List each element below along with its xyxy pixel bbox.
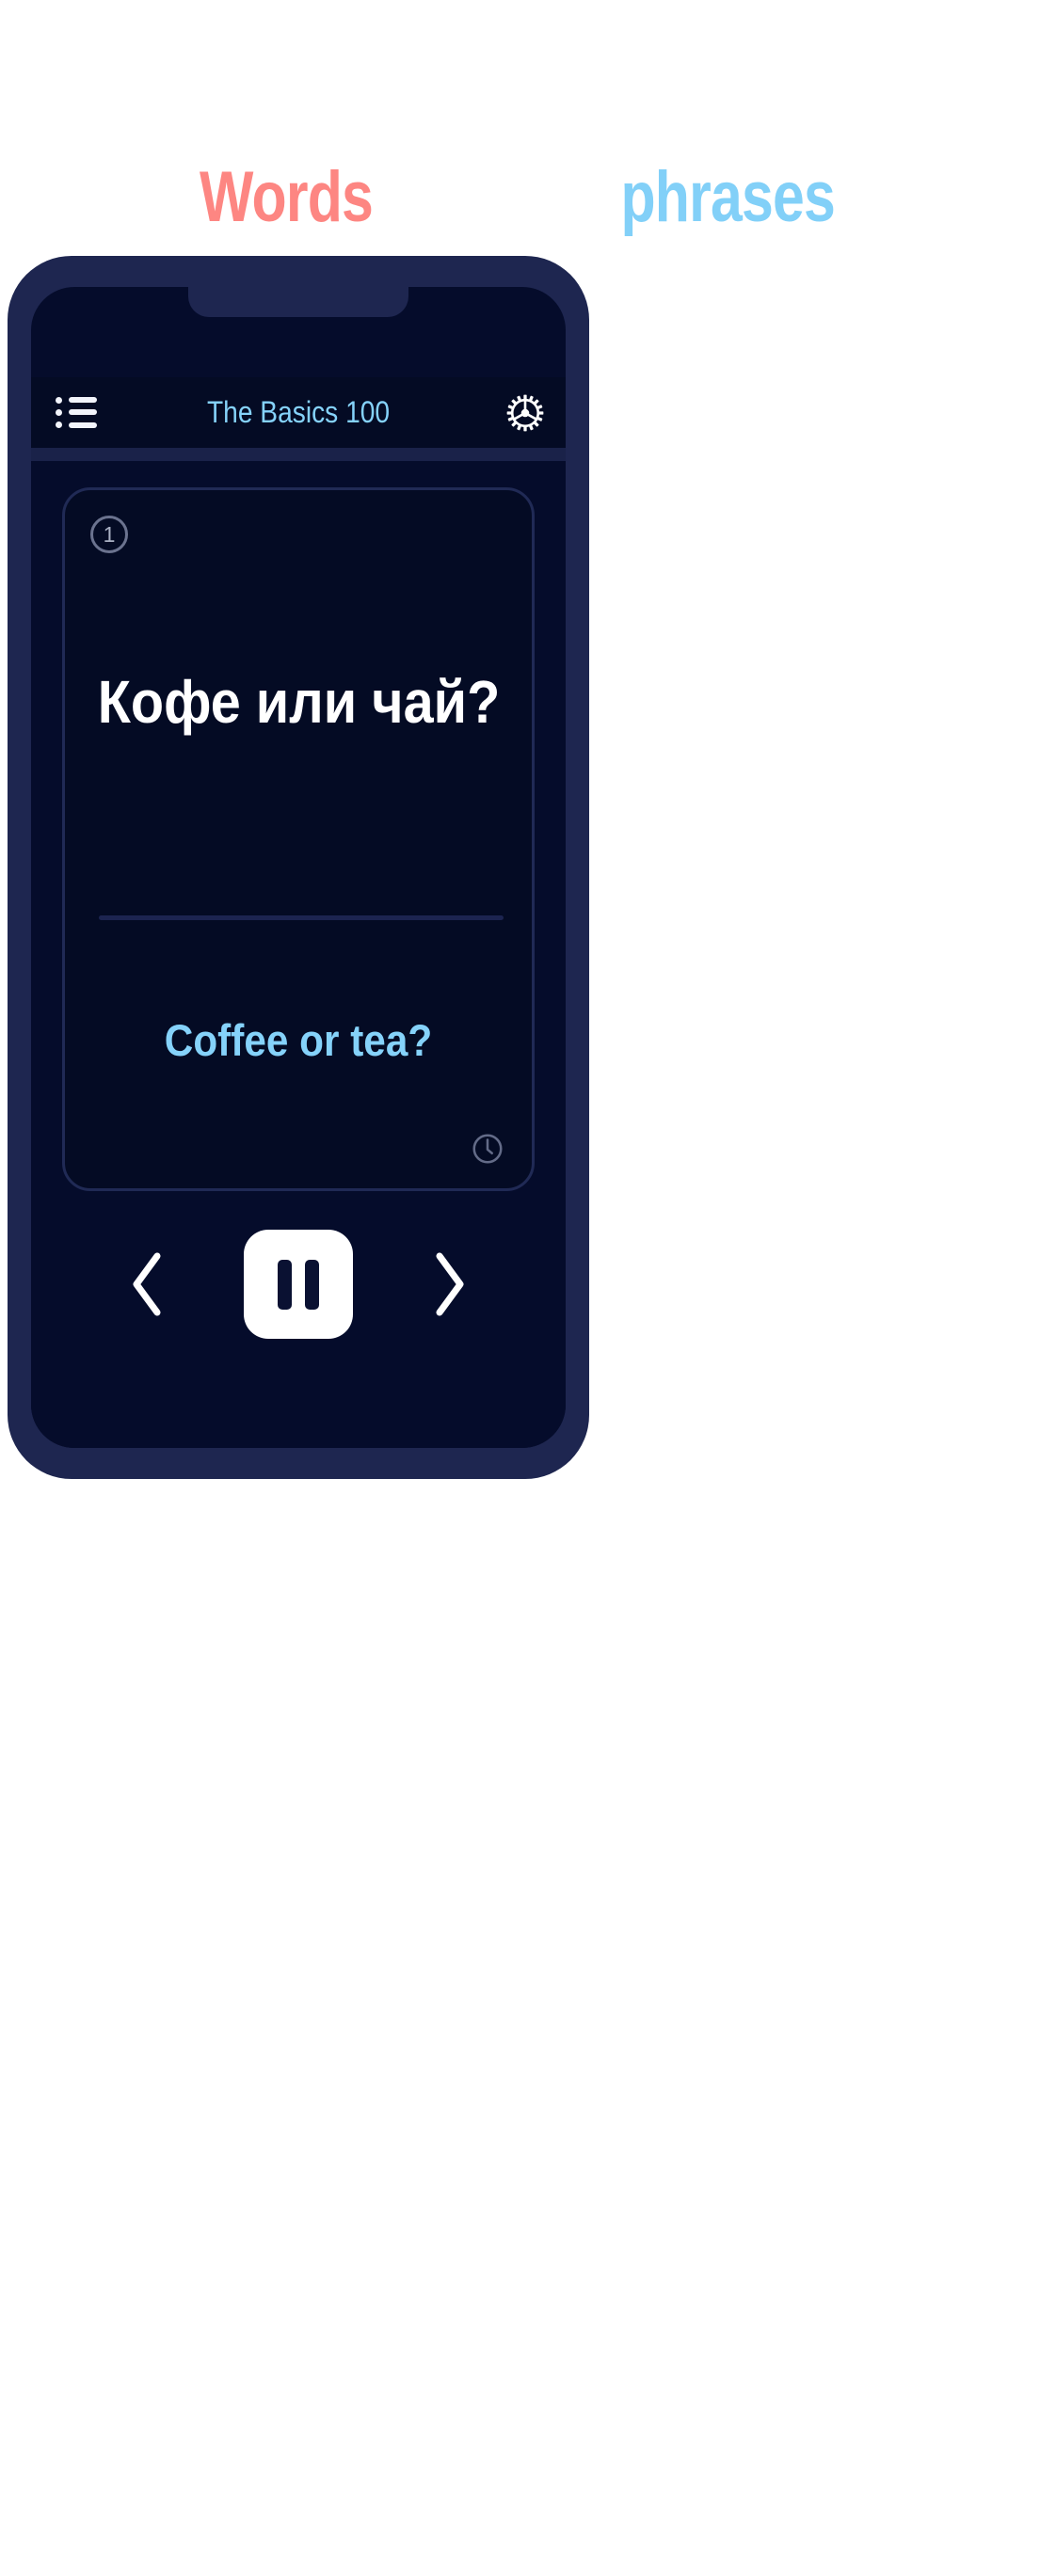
brand-word-phrases: phrases — [620, 157, 836, 237]
page-title: The Basics 100 — [206, 395, 391, 429]
flashcard-divider — [99, 915, 504, 920]
pause-icon-bar-left — [278, 1259, 292, 1310]
playback-controls — [31, 1223, 566, 1345]
flashcard-translation: Coffee or tea? — [164, 1015, 433, 1065]
app-bar-separator — [31, 448, 566, 461]
brand-word-words: Words — [200, 157, 374, 237]
phone-screen: The Basics 100 1 Кофе или чай? Coffee or… — [31, 287, 566, 1448]
gear-icon[interactable] — [505, 393, 545, 433]
chevron-left-icon[interactable] — [127, 1250, 167, 1318]
app-bar: The Basics 100 — [31, 377, 566, 448]
phone-device-frame: The Basics 100 1 Кофе или чай? Coffee or… — [8, 256, 589, 1479]
screen-content: 1 Кофе или чай? Coffee or tea? — [31, 461, 566, 1448]
pause-icon-bar-right — [305, 1259, 319, 1310]
flashcard-front: Кофе или чай? — [65, 490, 532, 915]
flashcard-term: Кофе или чай? — [97, 668, 500, 737]
flashcard-back: Coffee or tea? — [65, 1015, 532, 1065]
phone-notch — [188, 287, 408, 317]
brand-title-row: Words phrases — [0, 162, 1040, 233]
flashcard[interactable]: 1 Кофе или чай? Coffee or tea? — [62, 487, 535, 1191]
clock-icon[interactable] — [470, 1131, 505, 1167]
pause-button[interactable] — [244, 1230, 353, 1339]
chevron-right-icon[interactable] — [430, 1250, 470, 1318]
